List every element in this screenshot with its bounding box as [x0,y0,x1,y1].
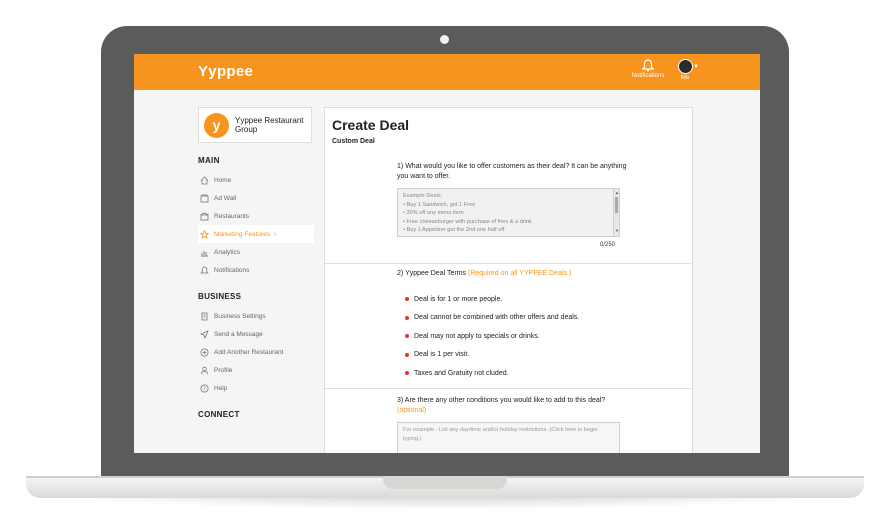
question-2: 2) Yyppee Deal Terms (Required on all YY… [397,269,627,279]
bullet-icon [405,315,409,320]
sidebar-item-label: Help [214,384,228,392]
home-icon [200,175,209,185]
question-1: 1) What would you like to offer customer… [397,162,627,182]
scroll-down-icon[interactable]: ▼ [614,227,619,236]
chevron-right-icon: › [274,230,277,238]
plus-circle-icon [200,348,209,357]
optional-note: (optional) [397,407,427,414]
sidebar-item-marketing-features[interactable]: Marketing Features › [198,225,314,243]
me-label: Me [680,75,690,81]
sidebar-item-label: Profile [214,366,233,374]
bell-icon [642,59,654,72]
page-subtitle: Custom Deal [332,138,375,145]
top-bar: Yyppee Notifications Me ▼ [134,54,760,90]
page-title: Create Deal [332,117,410,133]
bell-icon [200,266,209,275]
sidebar-item-help[interactable]: ? Help [198,379,314,397]
term-text: Deal may not apply to specials or drinks… [414,332,540,340]
sidebar-item-add-restaurant[interactable]: Add Another Restaurant [198,343,314,361]
scroll-thumb[interactable] [615,197,618,213]
bullet-icon [405,352,409,357]
create-deal-panel: Create Deal Custom Deal 1) What would yo… [324,107,693,453]
list-item: Deal is for 1 or more people. [405,290,579,309]
sidebar-item-profile[interactable]: Profile [198,361,314,379]
scrollbar[interactable]: ▲ ▼ [613,189,619,236]
org-logo: y [204,113,229,138]
placeholder-text: For example - List any day/time and/or h… [403,427,598,442]
notifications-label: Notifications [631,73,665,79]
sidebar-item-label: Ad Wall [214,194,237,202]
sidebar-item-label: Restaurants [214,212,250,220]
section-heading-business: BUSINESS [198,292,242,301]
sidebar-item-home[interactable]: Home [198,171,314,189]
chevron-down-icon[interactable]: ▼ [693,64,699,70]
svg-text:?: ? [203,386,206,392]
question-text: What would you like to offer customers a… [397,163,627,180]
deal-description-input[interactable]: Example Deals: • Buy 1 Sandwich, get 1 F… [397,188,620,237]
required-note: (Required on all YYPPEE Deals.) [467,270,572,277]
screen: Yyppee Notifications Me ▼ y Yyppee Resta… [134,54,760,453]
divider [325,388,692,389]
placeholder-line: • Buy 1 Appetizer get the 2nd one half o… [403,227,505,234]
bullet-icon [405,297,409,302]
list-item: Deal cannot be combined with other offer… [405,309,579,328]
sidebar-item-label: Analytics [214,248,241,256]
deal-terms-list: Deal is for 1 or more people. Deal canno… [405,290,579,383]
ad-wall-icon [200,194,209,203]
webcam [440,35,449,44]
placeholder-line: Example Deals: [403,193,443,199]
question-3: 3) Are there any other conditions you wo… [397,396,627,416]
term-text: Deal is for 1 or more people. [414,295,503,303]
question-number: 2) [397,270,404,277]
question-number: 3) [397,397,404,404]
send-icon [200,329,209,339]
question-text: Yyppee Deal Terms [405,270,467,277]
bullet-icon [405,334,409,339]
term-text: Taxes and Gratuity not cluded. [414,369,509,377]
sidebar-item-analytics[interactable]: Analytics [198,243,314,261]
list-item: Deal may not apply to specials or drinks… [405,327,579,346]
other-conditions-input[interactable]: For example - List any day/time and/or h… [397,422,620,453]
placeholder-line: • Free cheeseburger with purchase of fri… [403,218,532,225]
placeholder-line: • 30% off any menu item [403,210,464,217]
user-icon [200,366,209,375]
help-icon: ? [200,384,209,393]
sidebar-item-business-settings[interactable]: Business Settings [198,307,314,325]
sidebar-item-restaurants[interactable]: Restaurants [198,207,314,225]
term-text: Deal is 1 per visit. [414,351,470,359]
list-item: Deal is 1 per visit. [405,346,579,365]
laptop-notch [383,476,507,489]
list-item: Taxes and Gratuity not cluded. [405,364,579,383]
divider [325,263,692,264]
org-name: Yyppee Restaurant Group [235,116,304,134]
restaurant-icon [200,212,209,221]
org-card[interactable]: y Yyppee Restaurant Group [198,107,312,143]
question-number: 1) [397,163,404,170]
sidebar-item-label: Home [214,176,232,184]
brand-logo[interactable]: Yyppee [198,63,253,80]
sidebar: y Yyppee Restaurant Group MAIN Home Ad W… [198,107,314,425]
term-text: Deal cannot be combined with other offer… [414,314,580,322]
sidebar-item-label: Business Settings [214,312,266,320]
question-text: Are there any other conditions you would… [404,397,606,404]
star-icon [200,229,209,239]
account-menu[interactable]: Me [674,59,696,81]
character-counter: 0/250 [600,242,616,248]
section-heading-main: MAIN [198,156,220,165]
sidebar-item-label: Marketing Features [214,230,270,238]
sidebar-item-label: Notifications [214,266,250,274]
sidebar-item-label: Add Another Restaurant [214,348,284,356]
notifications-button[interactable]: Notifications [628,59,668,79]
sidebar-item-label: Send a Message [214,330,263,338]
section-heading-connect: CONNECT [198,410,240,419]
placeholder-line: • Buy 1 Sandwich, get 1 Free [403,201,476,208]
bullet-icon [405,371,409,376]
avatar [677,59,693,74]
building-icon [200,312,209,321]
sidebar-item-notifications[interactable]: Notifications [198,261,314,279]
analytics-icon [200,248,209,257]
sidebar-item-send-message[interactable]: Send a Message [198,325,314,343]
sidebar-item-ad-wall[interactable]: Ad Wall [198,189,314,207]
